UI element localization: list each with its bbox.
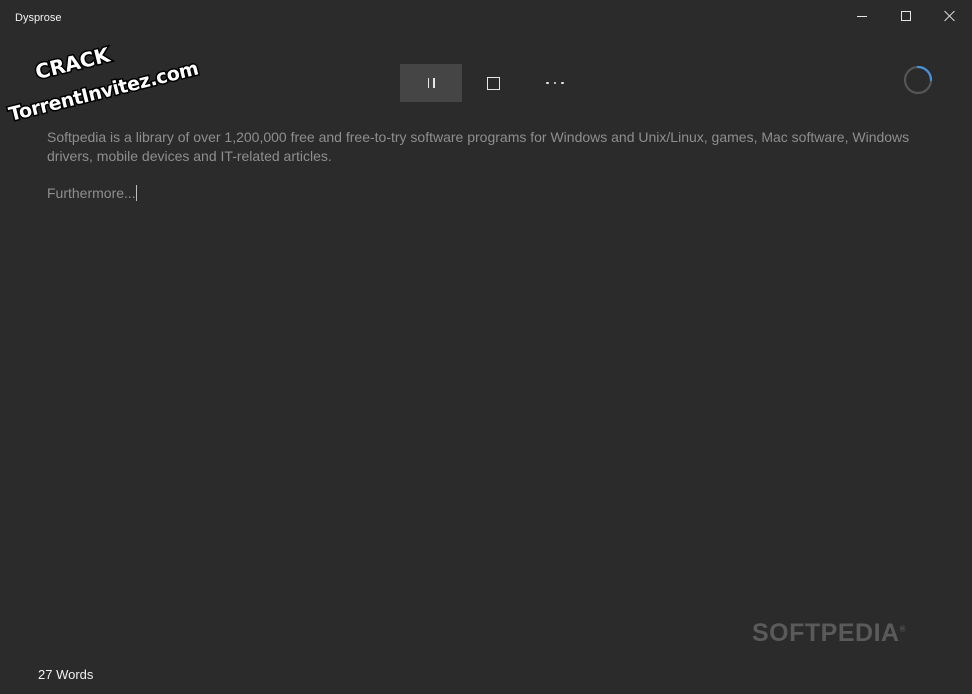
progress-ring-icon bbox=[903, 65, 933, 95]
app-title: Dysprose bbox=[15, 12, 62, 24]
minimize-icon bbox=[857, 15, 867, 17]
pause-button[interactable] bbox=[400, 64, 462, 102]
maximize-icon bbox=[901, 11, 911, 21]
watermark-line2: TorrentInvitez.com bbox=[7, 57, 200, 124]
maximize-button[interactable] bbox=[884, 0, 928, 32]
text-editor[interactable]: Softpedia is a library of over 1,200,000… bbox=[47, 128, 932, 203]
more-options-icon bbox=[546, 81, 564, 85]
paragraph-2-text: Furthermore... bbox=[47, 185, 136, 201]
more-options-button[interactable] bbox=[524, 64, 586, 102]
softpedia-logo: SOFTPEDIA® bbox=[752, 619, 906, 648]
playback-toolbar bbox=[400, 64, 586, 102]
paragraph-2: Furthermore... bbox=[47, 184, 932, 203]
softpedia-logo-text: SOFTPEDIA bbox=[752, 619, 900, 647]
watermark-line1: CRACK bbox=[33, 42, 114, 84]
app-window: Dysprose CRACK TorrentInvitez.com Softpe… bbox=[0, 0, 972, 694]
close-button[interactable] bbox=[928, 0, 972, 32]
paragraph-1: Softpedia is a library of over 1,200,000… bbox=[47, 129, 910, 164]
text-caret bbox=[135, 185, 137, 201]
title-bar: Dysprose bbox=[0, 0, 972, 34]
watermark-overlay: CRACK TorrentInvitez.com bbox=[5, 41, 200, 124]
pause-icon bbox=[427, 78, 435, 88]
stop-button[interactable] bbox=[462, 64, 524, 102]
minimize-button[interactable] bbox=[840, 0, 884, 32]
close-icon bbox=[944, 10, 956, 22]
stop-icon bbox=[486, 76, 500, 90]
word-count: 27 Words bbox=[38, 667, 94, 682]
registered-mark: ® bbox=[899, 624, 906, 634]
